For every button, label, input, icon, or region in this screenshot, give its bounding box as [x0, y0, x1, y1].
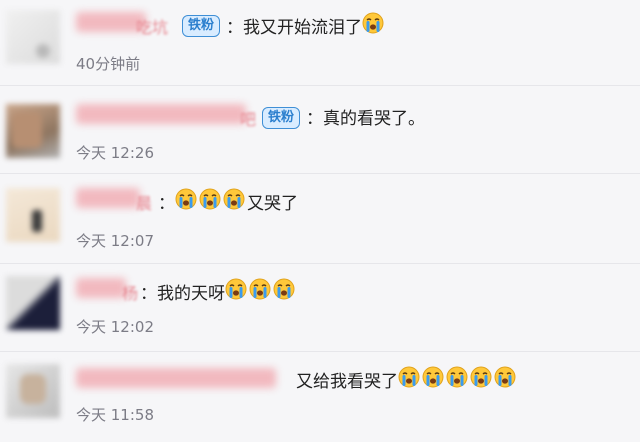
fan-badge: 铁粉 [182, 15, 221, 37]
emoji-row [175, 188, 247, 215]
comment-item: 吧 铁粉 ： 真的看哭了。 今天 12:26 [0, 86, 640, 174]
comment-body: 又哭了 [247, 194, 298, 214]
comment-item: 吃坑 铁粉 ： 我又开始流泪了 40分钟前 [0, 0, 640, 86]
emoji-row [225, 278, 297, 305]
crying-face-icon [199, 188, 221, 210]
separator: ： [158, 194, 175, 214]
avatar[interactable] [6, 364, 60, 418]
emoji-row [398, 366, 518, 393]
crying-face-icon [225, 278, 247, 300]
separator: ： [306, 109, 323, 129]
crying-face-icon [398, 366, 420, 388]
comment-text: 又给我看哭了 [296, 366, 518, 393]
crying-face-icon [362, 12, 384, 34]
separator: ： [226, 18, 243, 38]
crying-face-icon [273, 278, 295, 300]
comment-item: 又给我看哭了 今天 11:58 [0, 352, 640, 442]
crying-face-icon [249, 278, 271, 300]
comment-time: 今天 11:58 [76, 406, 154, 424]
comment-body: 我又开始流泪了 [243, 18, 362, 38]
comment-text: ： 我的天呀 [140, 278, 297, 305]
comment-time: 今天 12:26 [76, 144, 154, 162]
comment-text: ： 我又开始流泪了 [226, 12, 386, 39]
comment-body: 真的看哭了。 [323, 109, 425, 129]
crying-face-icon [470, 366, 492, 388]
username-redacted[interactable] [76, 278, 126, 298]
crying-face-icon [422, 366, 444, 388]
comment-time: 今天 12:07 [76, 232, 154, 250]
emoji-row [362, 12, 386, 39]
avatar[interactable] [6, 10, 60, 64]
username-redacted[interactable] [76, 188, 140, 208]
crying-face-icon [446, 366, 468, 388]
fan-badge: 铁粉 [262, 107, 301, 129]
username-suffix[interactable]: 吧 [240, 106, 256, 130]
comment-text: ： 又哭了 [158, 188, 298, 215]
comment-body: 我的天呀 [157, 284, 225, 304]
username-suffix[interactable]: 杨 [122, 280, 138, 304]
comment-item: 杨 ： 我的天呀 今天 12:02 [0, 264, 640, 352]
comment-item: 晨 ： 又哭了 今天 12:07 [0, 174, 640, 264]
comment-body: 又给我看哭了 [296, 372, 398, 392]
avatar[interactable] [6, 188, 60, 242]
comment-time: 今天 12:02 [76, 318, 154, 336]
crying-face-icon [223, 188, 245, 210]
crying-face-icon [175, 188, 197, 210]
comment-text: ： 真的看哭了。 [306, 104, 425, 129]
username-suffix[interactable]: 吃坑 [136, 14, 168, 38]
avatar[interactable] [6, 104, 60, 158]
username-redacted[interactable] [76, 368, 276, 388]
username-redacted[interactable] [76, 104, 246, 124]
crying-face-icon [494, 366, 516, 388]
avatar[interactable] [6, 276, 60, 330]
separator: ： [140, 284, 157, 304]
comment-time: 40分钟前 [76, 55, 141, 73]
username-suffix[interactable]: 晨 [136, 190, 152, 214]
